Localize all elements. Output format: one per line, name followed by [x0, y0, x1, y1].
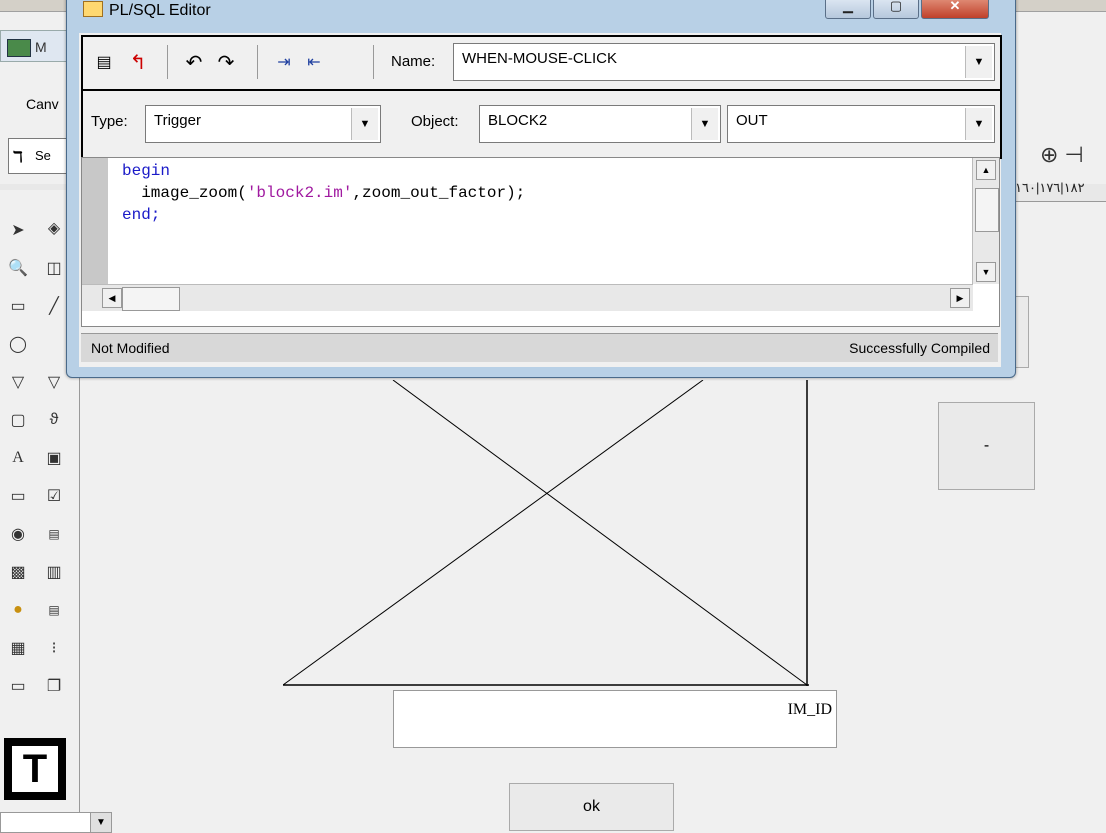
type-label: Type: [91, 113, 128, 130]
object-label: Object: [411, 113, 459, 130]
horizontal-scrollbar[interactable]: ◀ ▶ [82, 284, 973, 311]
code-line-2-args: ,zoom_out_factor); [352, 184, 526, 202]
redo-icon[interactable]: ↷ [213, 49, 239, 75]
stacked-tool-icon[interactable]: ❐ [40, 672, 68, 700]
code-line-2-call: image_zoom( [122, 184, 247, 202]
im-id-field[interactable]: IM_ID [393, 690, 837, 748]
chevron-down-icon[interactable]: ▼ [90, 812, 112, 833]
compile-icon[interactable]: ▤ [91, 49, 117, 75]
type-select[interactable]: Trigger ▼ [145, 105, 381, 143]
code-text[interactable]: begin image_zoom('block2.im',zoom_out_fa… [122, 160, 525, 226]
undo-icon[interactable]: ↶ [181, 49, 207, 75]
font-combo-value: Se [35, 148, 51, 163]
vertical-scrollbar[interactable]: ▲ ▼ [972, 158, 999, 284]
editor-type-bar: Type: Trigger ▼ Object: BLOCK2 ▼ OUT ▼ [81, 89, 1002, 159]
window-title: PL/SQL Editor [83, 1, 211, 20]
display-tool-icon[interactable]: ▦ [4, 634, 32, 662]
chevron-down-icon[interactable]: ▼ [965, 46, 992, 78]
close-button[interactable]: ✕ [921, 0, 989, 19]
maximize-icon: ▢ [889, 0, 903, 13]
magnify-icon[interactable]: 🔍 [4, 254, 32, 282]
window-title-text: PL/SQL Editor [109, 2, 211, 19]
rotate-icon[interactable]: ◈ [40, 214, 68, 242]
color-combo[interactable]: ▼ [0, 812, 112, 833]
scroll-left-icon[interactable]: ◀ [102, 288, 122, 308]
sound-tool-icon[interactable]: ● [4, 596, 32, 624]
text-tool-icon[interactable]: A [4, 444, 32, 472]
button-tool-icon[interactable]: ▭ [4, 482, 32, 510]
chevron-down-icon[interactable]: ▼ [965, 108, 992, 140]
tree-tool-icon[interactable]: ⁝ [40, 634, 68, 662]
chevron-down-icon[interactable]: ▼ [351, 108, 378, 140]
code-line-1: begin [122, 162, 171, 180]
chevron-down-icon[interactable]: ▼ [691, 108, 718, 140]
horizontal-scroll-thumb[interactable] [122, 287, 180, 311]
align-icons[interactable]: ⊕ ⊣ [1040, 142, 1106, 176]
name-label: Name: [391, 53, 436, 70]
zoom-out-button[interactable]: - [938, 402, 1035, 490]
textitem-tool-icon[interactable]: ▤ [40, 520, 68, 548]
reshape-icon[interactable]: ◫ [40, 254, 68, 282]
im-id-label: IM_ID [787, 701, 832, 718]
code-line-2-string: 'block2.im' [246, 184, 353, 202]
object-item-select[interactable]: OUT ▼ [727, 105, 995, 143]
outdent-icon[interactable]: ⇤ [301, 49, 327, 75]
list-tool-icon[interactable]: ▤ [40, 596, 68, 624]
editor-pen-icon [83, 1, 103, 17]
radio-tool-icon[interactable]: ◉ [4, 520, 32, 548]
select-arrow-icon[interactable]: ➤ [4, 216, 32, 244]
scroll-up-icon[interactable]: ▲ [976, 160, 996, 180]
truetype-font-icon: ℸ [13, 150, 23, 166]
rounded-rect-icon[interactable]: ▢ [4, 406, 32, 434]
checkbox-tool-icon[interactable]: ☑ [40, 482, 68, 510]
line-icon[interactable]: ╱ [40, 292, 68, 320]
chart-tool-icon[interactable]: ▥ [40, 558, 68, 586]
text-style-icon[interactable]: T [4, 738, 66, 800]
builder-title-text: M [35, 39, 47, 55]
close-icon: ✕ [949, 0, 961, 13]
toolbar-separator [257, 45, 258, 79]
minimize-button[interactable]: ▁ [825, 0, 871, 19]
color-swatch [0, 812, 92, 833]
type-select-value: Trigger [154, 112, 201, 129]
status-compiled: Successfully Compiled [849, 340, 990, 356]
maximize-button[interactable]: ▢ [873, 0, 919, 19]
ok-button[interactable]: ok [509, 783, 674, 831]
code-editor[interactable]: begin image_zoom('block2.im',zoom_out_fa… [81, 157, 1000, 327]
code-line-3: end; [122, 206, 161, 224]
name-select[interactable]: WHEN-MOUSE-CLICK ▼ [453, 43, 995, 81]
toolbar-separator [373, 45, 374, 79]
frame-icon[interactable]: ▣ [40, 444, 68, 472]
ruler-labels: ١٨٢|١٧٦|١٦٠ [1015, 180, 1085, 195]
plsql-editor-window: PL/SQL Editor ▁ ▢ ✕ ▤ ↰ ↶ ↷ ⇥ ⇤ Name: WH… [66, 0, 1016, 378]
name-select-value: WHEN-MOUSE-CLICK [462, 50, 618, 67]
vertical-scroll-thumb[interactable] [975, 188, 999, 232]
ellipse-icon[interactable]: ◯ [4, 330, 32, 358]
revert-icon[interactable]: ↰ [125, 49, 151, 75]
polyline-icon[interactable]: ▽ [40, 368, 68, 396]
code-line-2: image_zoom('block2.im',zoom_out_factor); [122, 184, 525, 202]
canvas-menu-label: Canv [26, 96, 59, 112]
editor-body: ▤ ↰ ↶ ↷ ⇥ ⇤ Name: WHEN-MOUSE-CLICK ▼ Typ… [79, 33, 1002, 367]
status-modified: Not Modified [91, 340, 170, 356]
indent-icon[interactable]: ⇥ [271, 49, 297, 75]
object-select-value: BLOCK2 [488, 112, 548, 129]
editor-gutter [82, 158, 108, 284]
freehand-icon[interactable]: ϑ [40, 406, 68, 434]
scroll-down-icon[interactable]: ▼ [976, 262, 996, 282]
scroll-right-icon[interactable]: ▶ [950, 288, 970, 308]
forms-builder-icon [7, 39, 31, 57]
toolbar-separator [167, 45, 168, 79]
polygon-icon[interactable]: ▽ [4, 368, 32, 396]
editor-toolbar: ▤ ↰ ↶ ↷ ⇥ ⇤ Name: WHEN-MOUSE-CLICK ▼ [81, 35, 1002, 91]
tab-tool-icon[interactable]: ▭ [4, 672, 32, 700]
image-item[interactable] [283, 380, 809, 686]
minimize-icon: ▁ [843, 0, 853, 13]
image-tool-icon[interactable]: ▩ [4, 558, 32, 586]
object-item-select-value: OUT [736, 112, 768, 129]
rectangle-icon[interactable]: ▭ [4, 292, 32, 320]
status-bar: Not Modified Successfully Compiled [81, 333, 998, 362]
object-select[interactable]: BLOCK2 ▼ [479, 105, 721, 143]
